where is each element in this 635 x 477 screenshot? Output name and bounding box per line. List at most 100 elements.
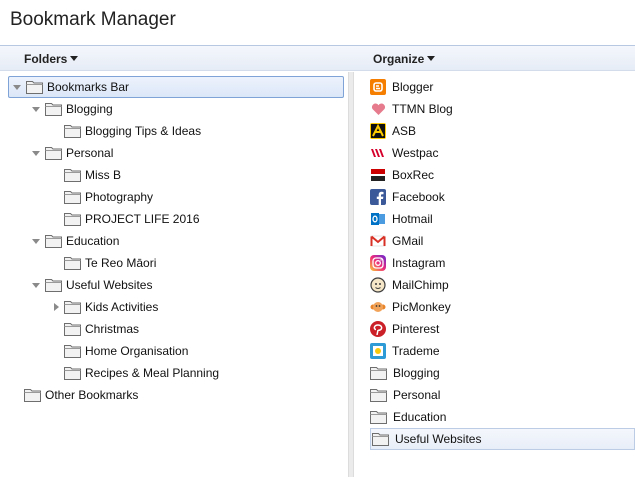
bookmark-item-ttmn-blog[interactable]: TTMN Blog (370, 98, 453, 120)
tree-item-label: Education (66, 234, 120, 248)
folders-menu-button[interactable]: Folders (24, 52, 79, 66)
bookmark-label: MailChimp (392, 278, 449, 292)
bookmark-label: Trademe (392, 344, 440, 358)
tree-item-bookmarks-bar[interactable]: Bookmarks Bar (8, 76, 344, 98)
blogger-icon (370, 79, 386, 95)
tree-item-recipes[interactable]: Recipes & Meal Planning (64, 362, 219, 384)
folder-icon (64, 300, 81, 314)
folder-icon (64, 190, 81, 204)
bookmark-item-facebook[interactable]: Facebook (370, 186, 445, 208)
title-bar: Bookmark Manager (0, 0, 635, 45)
asb-icon (370, 123, 386, 139)
tree-item-project-life[interactable]: PROJECT LIFE 2016 (64, 208, 200, 230)
tree-item-other-bookmarks[interactable]: Other Bookmarks (24, 384, 138, 406)
app-title: Bookmark Manager (10, 9, 176, 30)
bookmark-item-instagram[interactable]: Instagram (370, 252, 445, 274)
chevron-down-icon (70, 56, 79, 61)
bookmark-item-trademe[interactable]: Trademe (370, 340, 440, 362)
tree-item-education[interactable]: Education (32, 230, 119, 252)
tree-item-blogging[interactable]: Blogging (32, 98, 113, 120)
expand-triangle-icon[interactable] (32, 282, 40, 288)
folder-icon (370, 366, 387, 380)
bookmark-label: Hotmail (392, 212, 433, 226)
bookmark-label: ASB (392, 124, 417, 138)
tree-item-label: Other Bookmarks (45, 388, 139, 402)
tree-item-personal[interactable]: Personal (32, 142, 113, 164)
bookmark-label: PicMonkey (392, 300, 451, 314)
mailchimp-icon (370, 277, 386, 293)
bookmark-item-mailchimp[interactable]: MailChimp (370, 274, 449, 296)
bookmark-item-gmail[interactable]: GMail (370, 230, 423, 252)
gmail-icon (370, 233, 386, 249)
tree-item-label: Te Reo Māori (85, 256, 157, 270)
bookmark-item-westpac[interactable]: Westpac (370, 142, 438, 164)
boxrec-icon (370, 167, 386, 183)
bookmark-label: BoxRec (392, 168, 435, 182)
folder-icon (372, 432, 389, 446)
bookmark-label: Blogger (392, 80, 434, 94)
bookmark-label: Westpac (392, 146, 439, 160)
folders-label: Folders (24, 52, 68, 66)
tree-item-label: Miss B (85, 168, 121, 182)
bookmark-item-personal-folder[interactable]: Personal (370, 384, 440, 406)
folder-tree: Bookmarks Bar Blogging Blogging Tips & I… (0, 72, 348, 477)
folder-icon (26, 80, 43, 94)
folder-icon (45, 102, 62, 116)
tree-item-kids-activities[interactable]: Kids Activities (54, 296, 158, 318)
tree-item-label: Useful Websites (66, 278, 153, 292)
tree-item-label: PROJECT LIFE 2016 (85, 212, 200, 226)
chevron-down-icon (427, 56, 436, 61)
bookmark-item-picmonkey[interactable]: PicMonkey (370, 296, 451, 318)
trademe-icon (370, 343, 386, 359)
bookmark-label: Facebook (392, 190, 445, 204)
bookmark-item-useful-websites-folder[interactable]: Useful Websites (370, 428, 635, 450)
folder-icon (45, 278, 62, 292)
bookmark-item-education-folder[interactable]: Education (370, 406, 446, 428)
tree-item-label: Kids Activities (85, 300, 159, 314)
folder-icon (64, 124, 81, 138)
bookmark-list: Blogger TTMN Blog ASB Westpac BoxRec Fac… (354, 72, 635, 477)
bookmark-label: GMail (392, 234, 424, 248)
tree-item-label: Photography (85, 190, 154, 204)
tree-item-blogging-tips[interactable]: Blogging Tips & Ideas (64, 120, 201, 142)
hotmail-icon (370, 211, 386, 227)
folder-icon (370, 388, 387, 402)
tree-item-photography[interactable]: Photography (64, 186, 153, 208)
bookmark-item-pinterest[interactable]: Pinterest (370, 318, 439, 340)
tree-item-label: Blogging (66, 102, 113, 116)
column-header-row: Folders Organize (0, 45, 635, 71)
bookmark-item-blogging-folder[interactable]: Blogging (370, 362, 440, 384)
folder-icon (24, 388, 41, 402)
bookmark-item-boxrec[interactable]: BoxRec (370, 164, 434, 186)
folder-icon (64, 168, 81, 182)
tree-item-te-reo[interactable]: Te Reo Māori (64, 252, 156, 274)
bookmark-label: Pinterest (392, 322, 440, 336)
tree-item-miss-b[interactable]: Miss B (64, 164, 121, 186)
bookmark-item-hotmail[interactable]: Hotmail (370, 208, 433, 230)
tree-item-label: Christmas (85, 322, 140, 336)
tree-item-label: Blogging Tips & Ideas (85, 124, 202, 138)
tree-item-label: Recipes & Meal Planning (85, 366, 220, 380)
tree-item-label: Bookmarks Bar (47, 80, 130, 94)
folder-icon (64, 322, 81, 336)
tree-item-home-organisation[interactable]: Home Organisation (64, 340, 188, 362)
bookmark-label: Useful Websites (395, 432, 482, 446)
organize-menu-button[interactable]: Organize (373, 52, 436, 66)
bookmark-item-blogger[interactable]: Blogger (370, 76, 433, 98)
folder-icon (64, 344, 81, 358)
expand-triangle-icon[interactable] (32, 150, 40, 156)
bookmark-label: TTMN Blog (392, 102, 453, 116)
collapsed-triangle-icon[interactable] (54, 303, 59, 311)
expand-triangle-icon[interactable] (32, 238, 40, 244)
folder-icon (64, 212, 81, 226)
picmonkey-icon (370, 299, 386, 315)
bookmark-label: Blogging (393, 366, 440, 380)
tree-item-useful-websites[interactable]: Useful Websites (32, 274, 152, 296)
expand-triangle-icon[interactable] (32, 106, 40, 112)
expand-triangle-icon[interactable] (13, 84, 21, 90)
bookmark-item-asb[interactable]: ASB (370, 120, 416, 142)
folder-icon (64, 366, 81, 380)
bookmark-label: Personal (393, 388, 441, 402)
tree-item-christmas[interactable]: Christmas (64, 318, 139, 340)
organize-label: Organize (373, 52, 425, 66)
